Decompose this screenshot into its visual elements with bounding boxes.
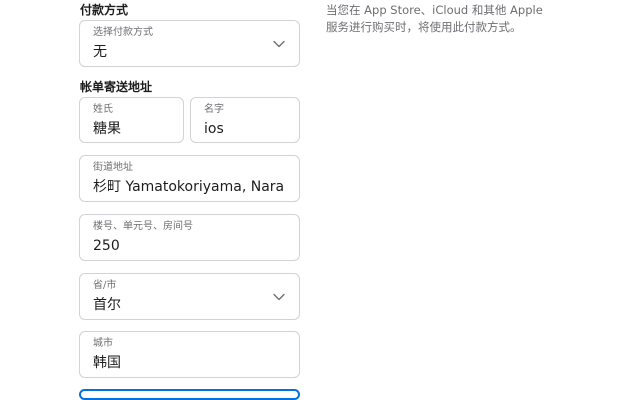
payment-method-select[interactable]: 选择付款方式 无 <box>79 20 300 67</box>
unit-number-label: 楼号、单元号、房间号 <box>93 221 193 232</box>
first-name-label: 名字 <box>204 104 224 115</box>
first-name-value: ios <box>204 121 224 137</box>
billing-section-title: 帐单寄送地址 <box>80 80 153 94</box>
last-name-label: 姓氏 <box>93 104 113 115</box>
province-select[interactable]: 省/市 首尔 <box>79 273 300 320</box>
street-address-field[interactable]: 街道地址 杉町 Yamatokoriyama, Nara Prefecture <box>79 155 300 202</box>
payment-section-title: 付款方式 <box>80 3 129 17</box>
chevron-down-icon <box>273 40 285 48</box>
payment-info-text: 当您在 App Store、iCloud 和其他 Apple 服务进行购买时，将… <box>326 3 543 34</box>
street-address-label: 街道地址 <box>93 162 133 173</box>
province-value: 首尔 <box>93 297 121 313</box>
postal-code-field[interactable] <box>79 389 300 400</box>
payment-method-label: 选择付款方式 <box>93 27 153 38</box>
chevron-down-icon <box>273 293 285 301</box>
payment-method-value: 无 <box>93 44 107 60</box>
street-address-value: 杉町 Yamatokoriyama, Nara Prefecture <box>93 179 289 195</box>
city-label: 城市 <box>93 338 113 349</box>
unit-number-field[interactable]: 楼号、单元号、房间号 250 <box>79 214 300 261</box>
city-field[interactable]: 城市 韩国 <box>79 331 300 378</box>
province-label: 省/市 <box>93 280 117 291</box>
city-value: 韩国 <box>93 355 121 371</box>
first-name-field[interactable]: 名字 ios <box>190 97 300 143</box>
last-name-field[interactable]: 姓氏 糖果 <box>79 97 184 143</box>
unit-number-value: 250 <box>93 238 120 254</box>
payment-billing-form: 付款方式 选择付款方式 无 当您在 App Store、iCloud 和其他 A… <box>0 0 638 400</box>
last-name-value: 糖果 <box>93 121 121 137</box>
